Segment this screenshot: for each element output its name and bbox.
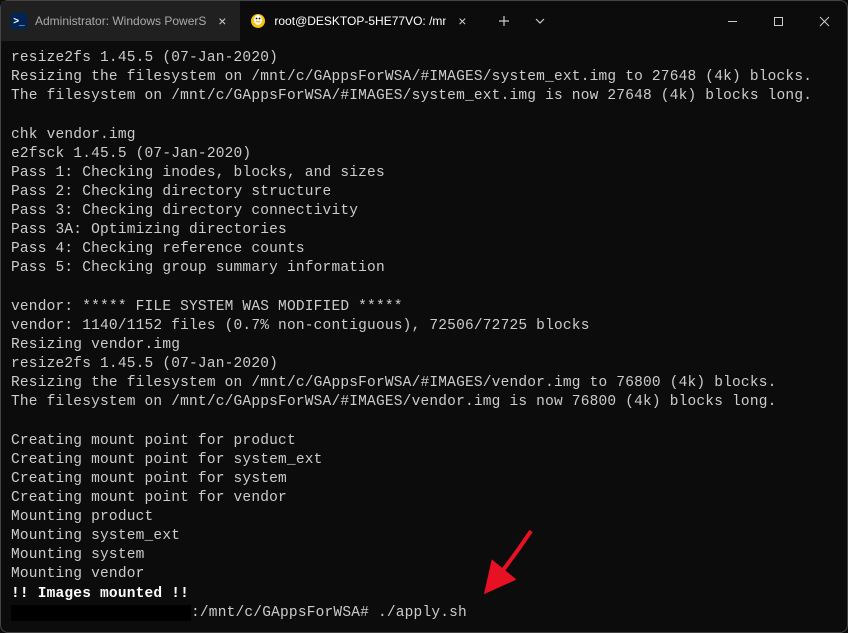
powershell-icon: >_ xyxy=(11,13,27,29)
new-tab-button[interactable] xyxy=(488,5,520,37)
terminal-line: Resizing the filesystem on /mnt/c/GAppsF… xyxy=(11,374,837,393)
terminal-line xyxy=(11,412,837,431)
terminal-line: chk vendor.img xyxy=(11,126,837,145)
titlebar: >_ Administrator: Windows PowerS × root@… xyxy=(1,1,847,41)
terminal-line: The filesystem on /mnt/c/GAppsForWSA/#IM… xyxy=(11,87,837,106)
tab-actions xyxy=(480,1,564,41)
terminal-line: Mounting product xyxy=(11,508,837,527)
terminal-line: Mounting system_ext xyxy=(11,527,837,546)
terminal-line: Pass 3A: Optimizing directories xyxy=(11,221,837,240)
terminal-line: Creating mount point for system_ext xyxy=(11,451,837,470)
tabs-container: >_ Administrator: Windows PowerS × root@… xyxy=(1,1,480,41)
terminal-line: Resizing the filesystem on /mnt/c/GAppsF… xyxy=(11,68,837,87)
terminal-line: Mounting vendor xyxy=(11,565,837,584)
terminal-line: resize2fs 1.45.5 (07-Jan-2020) xyxy=(11,355,837,374)
minimize-button[interactable] xyxy=(709,1,755,41)
tab-powershell[interactable]: >_ Administrator: Windows PowerS × xyxy=(1,1,240,41)
terminal-line: The filesystem on /mnt/c/GAppsForWSA/#IM… xyxy=(11,393,837,412)
tab-title: Administrator: Windows PowerS xyxy=(35,14,206,28)
terminal-line: Pass 4: Checking reference counts xyxy=(11,240,837,259)
tab-dropdown-button[interactable] xyxy=(524,5,556,37)
linux-icon xyxy=(250,13,266,29)
terminal-line: Pass 5: Checking group summary informati… xyxy=(11,259,837,278)
terminal-line: resize2fs 1.45.5 (07-Jan-2020) xyxy=(11,49,837,68)
close-icon[interactable]: × xyxy=(214,13,230,29)
terminal-line xyxy=(11,279,837,298)
redacted-hostname xyxy=(11,605,191,621)
prompt-command: ./apply.sh xyxy=(378,604,467,623)
terminal-line: Creating mount point for vendor xyxy=(11,489,837,508)
terminal-line-mounted: !! Images mounted !! xyxy=(11,585,837,604)
terminal-line: Pass 2: Checking directory structure xyxy=(11,183,837,202)
prompt-line: :/mnt/c/GAppsForWSA# ./apply.sh xyxy=(11,604,837,623)
tab-linux[interactable]: root@DESKTOP-5HE77VO: /mn × xyxy=(240,1,480,41)
terminal-line: e2fsck 1.45.5 (07-Jan-2020) xyxy=(11,145,837,164)
titlebar-drag-area[interactable] xyxy=(564,1,709,41)
prompt-path: :/mnt/c/GAppsForWSA# xyxy=(191,604,378,623)
window-controls xyxy=(709,1,847,41)
terminal-line xyxy=(11,106,837,125)
terminal-output[interactable]: resize2fs 1.45.5 (07-Jan-2020)Resizing t… xyxy=(1,41,847,631)
terminal-line: Pass 1: Checking inodes, blocks, and siz… xyxy=(11,164,837,183)
terminal-line: vendor: 1140/1152 files (0.7% non-contig… xyxy=(11,317,837,336)
terminal-line: Mounting system xyxy=(11,546,837,565)
maximize-button[interactable] xyxy=(755,1,801,41)
tab-title: root@DESKTOP-5HE77VO: /mn xyxy=(274,14,446,28)
close-icon[interactable]: × xyxy=(454,13,470,29)
terminal-line: Resizing vendor.img xyxy=(11,336,837,355)
terminal-line: Pass 3: Checking directory connectivity xyxy=(11,202,837,221)
terminal-line: Creating mount point for system xyxy=(11,470,837,489)
close-button[interactable] xyxy=(801,1,847,41)
terminal-line: Creating mount point for product xyxy=(11,432,837,451)
terminal-line: vendor: ***** FILE SYSTEM WAS MODIFIED *… xyxy=(11,298,837,317)
